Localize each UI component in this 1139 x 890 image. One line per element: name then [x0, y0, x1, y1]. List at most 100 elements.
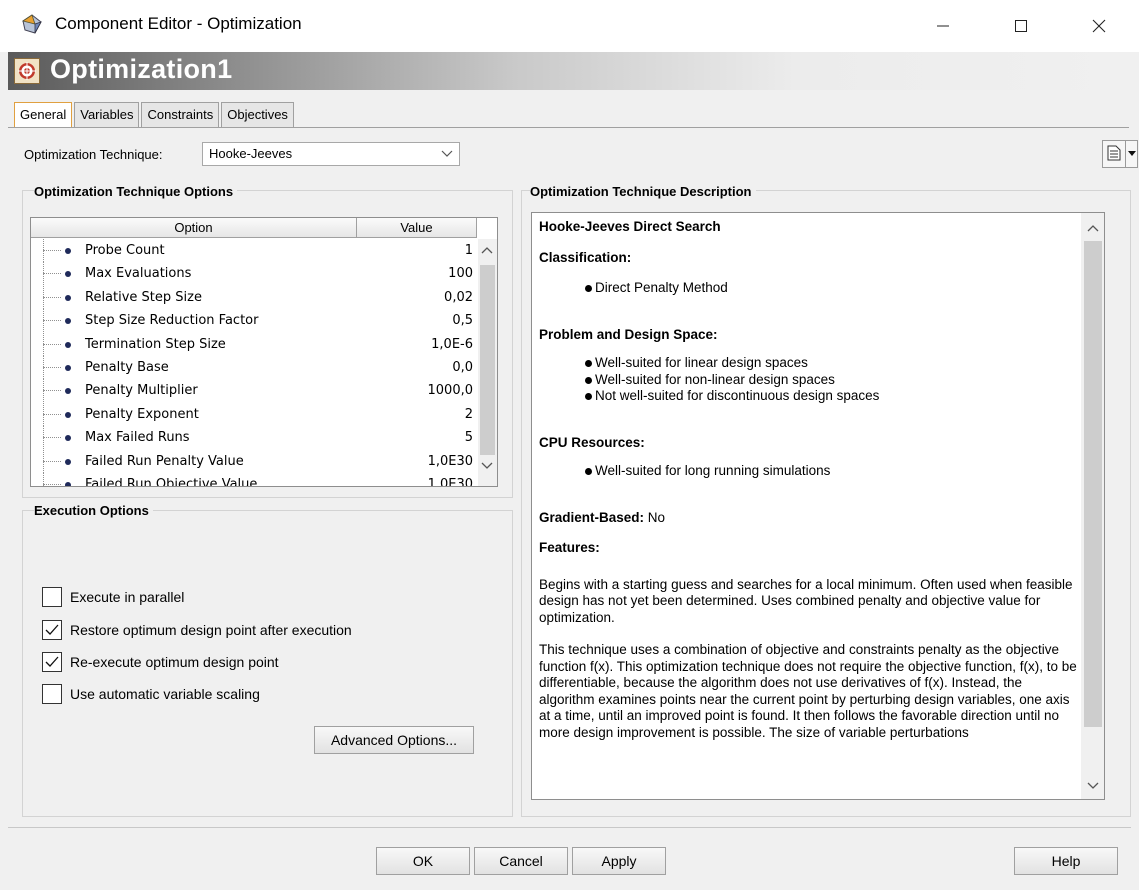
- tab-variables[interactable]: Variables: [74, 102, 140, 127]
- execute-parallel-option[interactable]: Execute in parallel: [42, 586, 184, 608]
- option-name: Max Evaluations: [85, 266, 192, 282]
- ok-button[interactable]: OK: [376, 847, 470, 875]
- component-header: Optimization1: [8, 52, 1133, 90]
- chevron-down-icon: [441, 143, 453, 172]
- tab-constraints[interactable]: Constraints: [141, 102, 220, 127]
- options-table: Option Value Probe Count 1 Max Evaluations…: [30, 217, 498, 487]
- table-row[interactable]: Termination Step Size 1,0E-6: [31, 332, 477, 356]
- restore-optimum-label: Restore optimum design point after execu…: [70, 622, 352, 638]
- auto-scaling-checkbox[interactable]: [42, 684, 62, 704]
- option-name-cell: Probe Count: [31, 239, 356, 262]
- tree-connector: [43, 483, 61, 485]
- auto-scaling-label: Use automatic variable scaling: [70, 686, 260, 702]
- maximize-button[interactable]: [998, 8, 1044, 44]
- bullet-icon: [65, 481, 71, 486]
- table-row[interactable]: Failed Run Objective Value 1,0E30: [31, 472, 477, 487]
- option-value[interactable]: 2: [356, 403, 477, 426]
- tree-connector: [43, 437, 61, 439]
- technique-dropdown[interactable]: Hooke-Jeeves: [202, 142, 460, 166]
- table-row[interactable]: Probe Count 1: [31, 239, 477, 262]
- bullet-icon: [65, 435, 71, 442]
- reexecute-optimum-checkbox[interactable]: [42, 652, 62, 672]
- gradient-label: Gradient-Based:: [539, 509, 645, 525]
- advanced-options-button[interactable]: Advanced Options...: [314, 726, 474, 754]
- bullet-icon: [65, 248, 71, 254]
- apply-button[interactable]: Apply: [572, 847, 666, 875]
- option-value[interactable]: 1,0E30: [356, 450, 477, 473]
- technique-selected-value: Hooke-Jeeves: [209, 146, 293, 161]
- table-row[interactable]: Relative Step Size 0,02: [31, 285, 477, 309]
- option-value[interactable]: 0,5: [356, 309, 477, 332]
- gradient-row: Gradient-Based: No: [539, 510, 1079, 527]
- close-button[interactable]: [1076, 8, 1122, 44]
- scroll-down-icon[interactable]: [1084, 781, 1102, 793]
- option-name-cell: Relative Step Size: [31, 285, 356, 309]
- option-name: Failed Run Objective Value: [85, 476, 258, 487]
- option-value[interactable]: 0,02: [356, 286, 477, 309]
- options-scroll-thumb[interactable]: [480, 265, 495, 455]
- tree-connector: [43, 366, 61, 368]
- option-value[interactable]: 1,0E-6: [356, 333, 477, 356]
- checkmark-icon: [45, 624, 59, 635]
- table-row[interactable]: Penalty Base 0,0: [31, 355, 477, 379]
- option-value[interactable]: 5: [356, 426, 477, 449]
- option-name-cell: Termination Step Size: [31, 332, 356, 356]
- minimize-button[interactable]: [920, 8, 966, 44]
- column-header-option[interactable]: Option: [31, 218, 357, 238]
- option-name-cell: Max Evaluations: [31, 262, 356, 286]
- help-button[interactable]: Help: [1014, 847, 1118, 875]
- cancel-button[interactable]: Cancel: [474, 847, 568, 875]
- scroll-up-icon[interactable]: [478, 245, 496, 257]
- tab-objectives[interactable]: Objectives: [221, 102, 294, 127]
- option-name: Penalty Exponent: [85, 406, 199, 422]
- table-row[interactable]: Max Failed Runs 5: [31, 426, 477, 450]
- option-name: Termination Step Size: [85, 336, 226, 352]
- option-value[interactable]: 1: [356, 239, 477, 262]
- option-name: Step Size Reduction Factor: [85, 313, 259, 329]
- table-row[interactable]: Penalty Multiplier 1000,0: [31, 379, 477, 403]
- table-row[interactable]: Penalty Exponent 2: [31, 402, 477, 426]
- option-name: Penalty Base: [85, 359, 169, 375]
- tab-general[interactable]: General: [14, 102, 73, 128]
- description-scroll-thumb[interactable]: [1084, 241, 1102, 727]
- problem-item: Well-suited for non-linear design spaces: [585, 372, 1079, 389]
- execution-section-title: Execution Options: [34, 503, 153, 518]
- classification-label: Classification:: [539, 249, 632, 265]
- option-value[interactable]: 100: [356, 262, 477, 285]
- table-row[interactable]: Max Evaluations 100: [31, 262, 477, 286]
- option-name-cell: Penalty Exponent: [31, 402, 356, 426]
- scroll-down-icon[interactable]: [478, 461, 496, 473]
- documentation-dropdown-arrow[interactable]: [1126, 140, 1138, 168]
- execute-parallel-checkbox[interactable]: [42, 587, 62, 607]
- target-icon: [14, 58, 40, 84]
- problem-item: Not well-suited for discontinuous design…: [585, 388, 1079, 405]
- scroll-up-icon[interactable]: [1084, 223, 1102, 235]
- option-name: Failed Run Penalty Value: [85, 453, 244, 469]
- option-value[interactable]: 1000,0: [356, 379, 477, 402]
- technique-label: Optimization Technique:: [24, 147, 163, 162]
- option-value[interactable]: 0,0: [356, 356, 477, 379]
- reexecute-optimum-label: Re-execute optimum design point: [70, 654, 279, 670]
- documentation-button[interactable]: [1102, 140, 1126, 168]
- problem-label: Problem and Design Space:: [539, 326, 718, 342]
- tree-connector: [43, 273, 61, 275]
- features-label: Features:: [539, 540, 600, 555]
- option-value[interactable]: 1,0E30: [356, 473, 477, 486]
- restore-optimum-checkbox[interactable]: [42, 620, 62, 640]
- bullet-icon: [65, 458, 71, 465]
- description-scrollbar[interactable]: [1081, 213, 1104, 799]
- table-row[interactable]: Step Size Reduction Factor 0,5: [31, 309, 477, 333]
- reexecute-optimum-option[interactable]: Re-execute optimum design point: [42, 651, 279, 673]
- checkmark-icon: [45, 656, 59, 667]
- tree-connector: [43, 250, 61, 251]
- restore-optimum-option[interactable]: Restore optimum design point after execu…: [42, 619, 352, 641]
- table-row[interactable]: Failed Run Penalty Value 1,0E30: [31, 449, 477, 473]
- options-rows: Probe Count 1 Max Evaluations 100 Relative S…: [31, 239, 477, 487]
- auto-scaling-option[interactable]: Use automatic variable scaling: [42, 683, 260, 705]
- options-scrollbar[interactable]: [478, 239, 497, 486]
- bullet-icon: [65, 318, 71, 325]
- description-heading: Hooke-Jeeves Direct Search: [539, 219, 721, 234]
- column-header-value[interactable]: Value: [357, 218, 477, 238]
- option-name: Max Failed Runs: [85, 430, 190, 446]
- option-name-cell: Max Failed Runs: [31, 426, 356, 450]
